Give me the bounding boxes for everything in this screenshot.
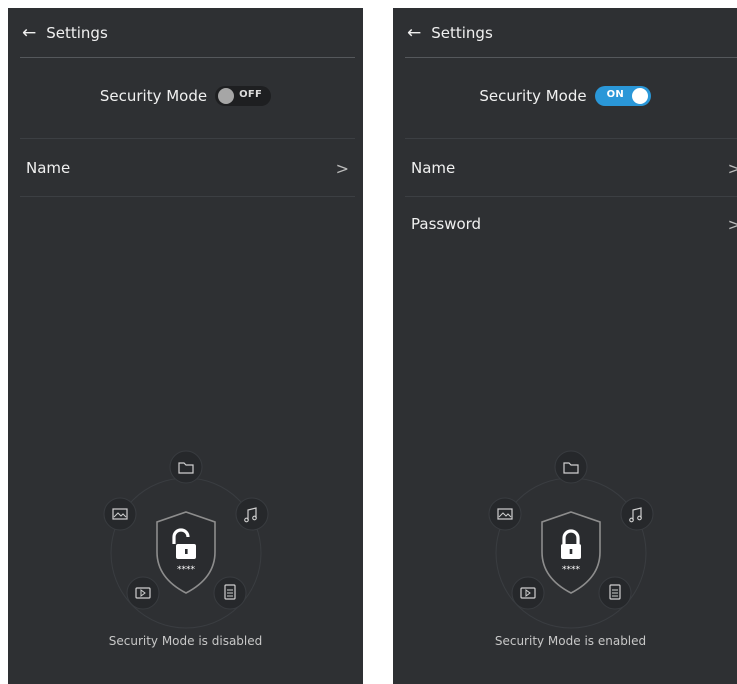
chevron-right-icon: > — [335, 158, 349, 178]
music-icon — [235, 497, 269, 531]
menu-item-label: Name — [26, 159, 71, 177]
image-icon — [103, 497, 137, 531]
chevron-right-icon: > — [727, 158, 737, 178]
security-illustration: **** — [103, 450, 269, 629]
folder-icon — [554, 450, 588, 484]
divider — [20, 196, 355, 197]
back-arrow-icon[interactable]: ← — [22, 24, 36, 42]
security-illustration: **** — [488, 450, 654, 629]
security-status-text: Security Mode is enabled — [494, 634, 647, 648]
toggle-knob — [631, 88, 648, 104]
header-divider — [20, 57, 355, 58]
divider — [405, 138, 737, 139]
security-mode-row: Security Mode OFF — [8, 66, 363, 126]
header-divider — [405, 57, 737, 58]
password-mask: **** — [177, 565, 196, 575]
chevron-right-icon: > — [727, 214, 737, 234]
back-arrow-icon[interactable]: ← — [407, 24, 421, 42]
header: ← Settings — [8, 8, 363, 58]
music-icon — [620, 497, 654, 531]
menu-item-label: Password — [411, 215, 482, 233]
toggle-knob — [218, 88, 235, 104]
menu-item-password[interactable]: Password > — [393, 196, 737, 252]
video-icon — [511, 576, 545, 610]
toggle-state-text: OFF — [239, 89, 263, 100]
document-icon — [213, 576, 247, 610]
security-mode-label: Security Mode — [479, 87, 587, 105]
document-icon — [598, 576, 632, 610]
folder-icon — [169, 450, 203, 484]
password-mask: **** — [562, 565, 581, 575]
shield-icon: **** — [156, 511, 216, 594]
shield-icon: **** — [541, 511, 601, 594]
toggle-state-text: ON — [606, 89, 625, 100]
security-mode-toggle[interactable]: ON — [594, 86, 651, 106]
page-title: Settings — [46, 24, 108, 42]
settings-screen-enabled: ← Settings Security Mode ON Name > Passw… — [393, 8, 737, 684]
menu-item-name[interactable]: Name > — [393, 140, 737, 196]
security-mode-toggle[interactable]: OFF — [215, 86, 272, 106]
settings-screen-disabled: ← Settings Security Mode OFF Name > ****… — [8, 8, 363, 684]
header: ← Settings — [393, 8, 737, 58]
security-status-text: Security Mode is disabled — [108, 634, 263, 648]
video-icon — [126, 576, 160, 610]
menu-item-name[interactable]: Name > — [8, 140, 363, 196]
security-mode-label: Security Mode — [99, 87, 208, 105]
menu-item-label: Name — [411, 159, 456, 177]
divider — [20, 138, 355, 139]
image-icon — [488, 497, 522, 531]
security-mode-row: Security Mode ON — [393, 66, 737, 126]
page-title: Settings — [431, 24, 493, 42]
